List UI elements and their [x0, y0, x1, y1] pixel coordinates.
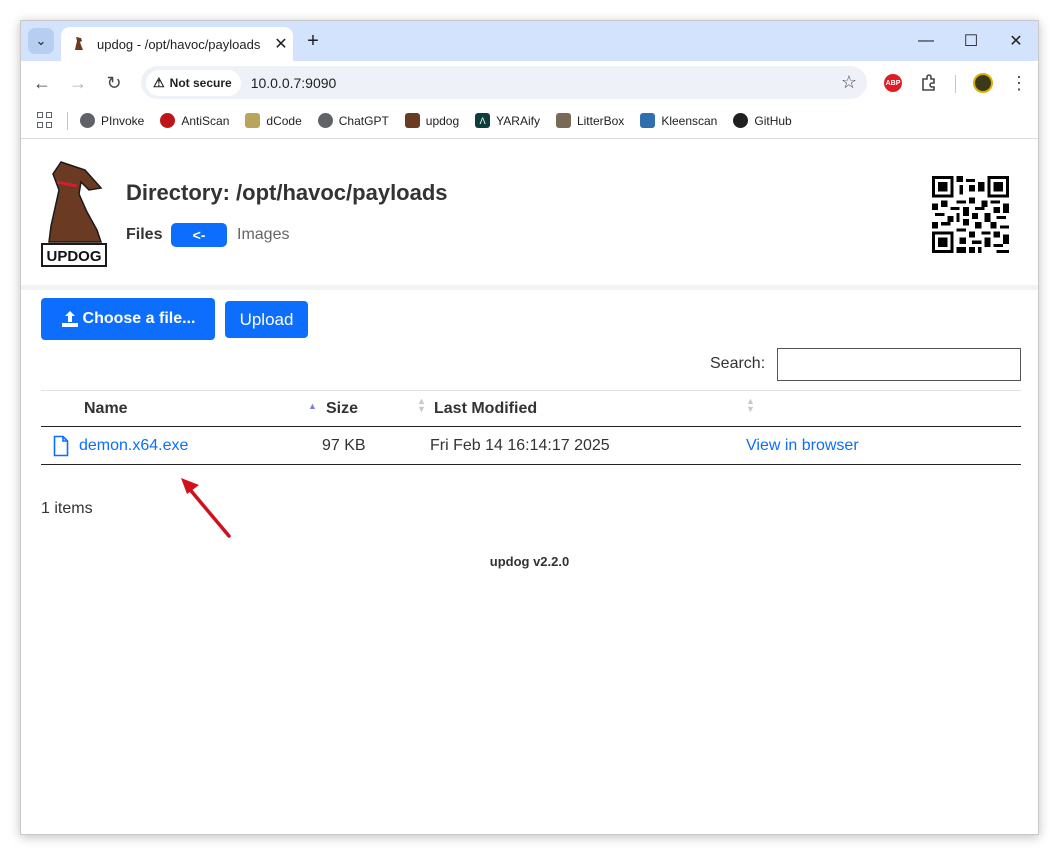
abp-icon: ABP	[884, 74, 902, 92]
dog-icon	[404, 113, 420, 128]
bookmark-github[interactable]: GitHub	[733, 113, 792, 128]
url-text[interactable]: 10.0.0.7:9090	[251, 75, 337, 91]
bookmark-updog[interactable]: updog	[404, 113, 460, 128]
items-count: 1 items	[41, 500, 93, 517]
page-content: UPDOG Directory: /opt/havoc/payloads Fil…	[21, 140, 1038, 834]
file-modified-cell: Fri Feb 14 16:14:17 2025	[416, 426, 746, 465]
new-tab-button[interactable]: +	[301, 29, 325, 53]
tab-title: updog - /opt/havoc/payloads	[97, 36, 261, 52]
view-in-browser-link[interactable]: View in browser	[746, 437, 859, 454]
logo-text: UPDOG	[46, 248, 101, 265]
search-input[interactable]	[777, 348, 1021, 381]
page-header: UPDOG Directory: /opt/havoc/payloads Fil…	[21, 140, 1038, 290]
bookmark-star-icon[interactable]: ☆	[841, 72, 857, 93]
sort-ascending-icon: ▲	[308, 401, 317, 411]
bookmark-label: dCode	[266, 113, 302, 128]
cube-icon	[640, 113, 656, 128]
bookmark-kleenscan[interactable]: Kleenscan	[640, 113, 717, 128]
warning-triangle-icon: ⚠	[153, 74, 165, 90]
toolbar-divider	[955, 75, 956, 93]
upload-icon	[61, 311, 78, 327]
close-tab-icon[interactable]: ✕	[269, 34, 293, 54]
virus-icon	[160, 113, 176, 128]
column-header-name[interactable]: Name	[41, 390, 301, 427]
column-label: Last Modified	[434, 399, 538, 417]
sort-both-icon: ▲ ▼	[746, 396, 755, 414]
security-chip[interactable]: ⚠ Not secure	[146, 69, 241, 96]
address-bar[interactable]: ⚠ Not secure 10.0.0.7:9090 ☆	[141, 66, 867, 99]
file-link[interactable]: demon.x64.exe	[79, 437, 188, 454]
globe-icon	[317, 113, 333, 128]
bookmark-label: ChatGPT	[338, 113, 389, 128]
apps-grid-icon[interactable]	[37, 111, 55, 130]
browser-window: ⌄ updog - /opt/havoc/payloads ✕ + — ☐ ✕ …	[20, 20, 1039, 835]
avatar	[973, 73, 993, 93]
file-name-cell: demon.x64.exe	[41, 426, 301, 465]
bookmarks-bar: PInvoke AntiScan dCode ChatGPT updog Λ YA…	[21, 103, 1038, 139]
reload-icon[interactable]: ↻	[102, 71, 126, 95]
bookmark-dcode[interactable]: dCode	[245, 113, 302, 128]
forward-arrow-icon[interactable]: →	[66, 71, 90, 95]
search-label: Search:	[710, 355, 766, 372]
bookmark-litterbox[interactable]: LitterBox	[555, 113, 625, 128]
file-icon	[53, 435, 69, 456]
dcode-icon	[245, 113, 261, 128]
choose-file-button[interactable]: Choose a file...	[41, 298, 215, 340]
upload-button[interactable]: Upload	[225, 301, 308, 338]
tab-search-button[interactable]: ⌄	[28, 28, 54, 54]
bookmark-label: updog	[425, 113, 460, 128]
page-title: Directory: /opt/havoc/payloads	[126, 180, 448, 205]
security-label: Not secure	[169, 75, 232, 90]
back-button[interactable]: <-	[171, 223, 227, 247]
browser-toolbar: ← → ↻ ⚠ Not secure 10.0.0.7:9090 ☆ ABP ⋮	[21, 61, 1038, 103]
annotation-arrow	[181, 478, 231, 538]
column-label: Name	[84, 399, 128, 417]
cat-icon	[555, 113, 571, 128]
table-header-row: Name ▲ Size ▲ ▼ Last Modified ▲ ▼	[41, 390, 1021, 427]
puzzle-icon	[922, 74, 935, 91]
bookmark-label: LitterBox	[576, 113, 625, 128]
table-row: demon.x64.exe 97 KB Fri Feb 14 16:14:17 …	[41, 426, 1021, 465]
extensions-puzzle-icon[interactable]	[917, 71, 941, 95]
back-arrow-icon[interactable]: ←	[30, 71, 54, 95]
chevron-down-icon: ⌄	[35, 33, 47, 48]
images-tab[interactable]: Images	[237, 226, 289, 244]
bookmarks-divider	[67, 111, 68, 130]
bookmark-label: GitHub	[754, 113, 792, 128]
file-action-cell: View in browser	[746, 426, 1021, 465]
kebab-menu-icon[interactable]: ⋮	[1007, 71, 1031, 95]
bookmark-yaraify[interactable]: Λ YARAify	[475, 113, 540, 128]
bookmark-antiscan[interactable]: AntiScan	[160, 113, 229, 128]
column-header-modified[interactable]: ▲ ▼ Last Modified	[416, 390, 746, 427]
sort-both-icon: ▲ ▼	[417, 396, 426, 414]
github-icon	[733, 113, 749, 128]
bookmark-label: YARAify	[496, 113, 540, 128]
yaraify-icon: Λ	[475, 113, 491, 128]
bookmark-pinvoke[interactable]: PInvoke	[80, 113, 144, 128]
files-table: Name ▲ Size ▲ ▼ Last Modified ▲ ▼ demon.…	[41, 390, 1021, 465]
column-header-actions: ▲ ▼	[746, 390, 1021, 427]
minimize-button[interactable]: —	[911, 29, 941, 53]
dog-favicon-icon	[75, 37, 83, 50]
globe-icon	[80, 113, 95, 128]
qr-code	[932, 176, 1009, 253]
column-label: Size	[326, 399, 359, 417]
close-window-button[interactable]: ✕	[1001, 29, 1031, 53]
bookmark-chatgpt[interactable]: ChatGPT	[317, 113, 389, 128]
footer-version: updog v2.2.0	[489, 554, 570, 569]
profile-avatar-button[interactable]	[971, 71, 995, 95]
column-header-size[interactable]: ▲ Size	[301, 390, 416, 427]
tab-strip: ⌄ updog - /opt/havoc/payloads ✕ + — ☐ ✕	[21, 21, 1038, 61]
bookmark-label: AntiScan	[181, 113, 230, 128]
maximize-button[interactable]: ☐	[956, 29, 986, 53]
file-size-cell: 97 KB	[301, 426, 416, 465]
adblock-extension-button[interactable]: ABP	[881, 71, 905, 95]
bookmark-label: Kleenscan	[661, 113, 718, 128]
files-tab[interactable]: Files	[126, 226, 162, 244]
updog-logo[interactable]: UPDOG	[41, 160, 107, 268]
tab-updog[interactable]: updog - /opt/havoc/payloads ✕	[61, 27, 293, 61]
choose-file-label: Choose a file...	[82, 310, 196, 327]
bookmark-label: PInvoke	[101, 113, 145, 128]
